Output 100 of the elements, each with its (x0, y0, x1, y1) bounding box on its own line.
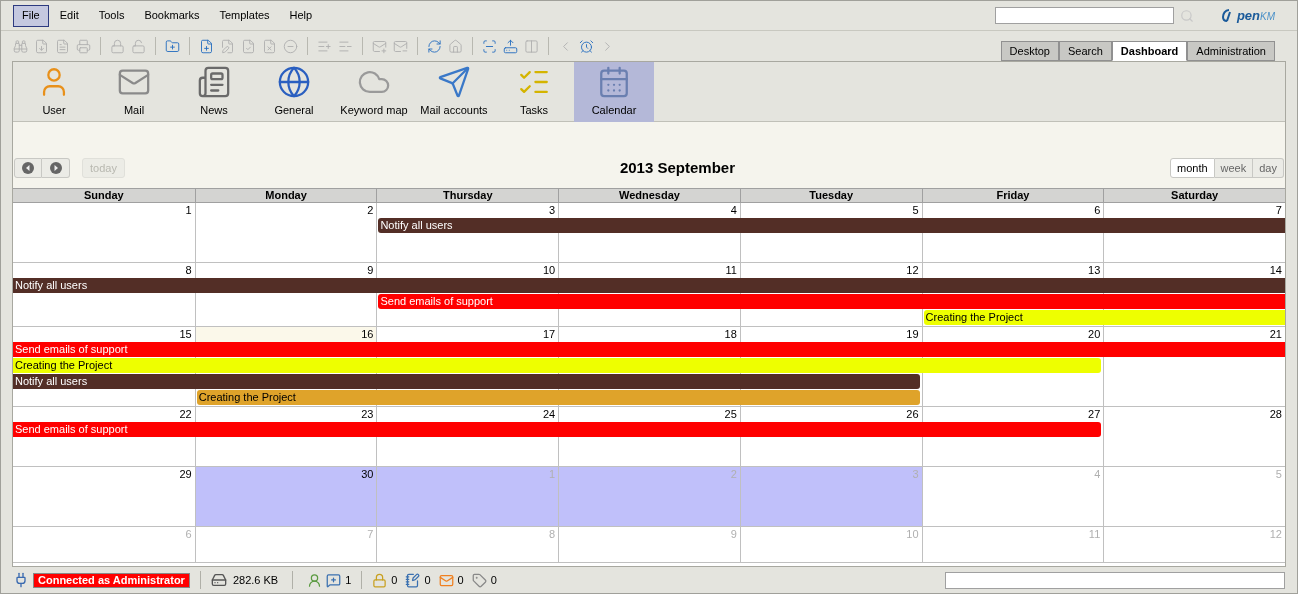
connection-status: Connected as Administrator (33, 572, 190, 588)
binoculars-icon[interactable] (13, 38, 28, 54)
remove-mail-icon[interactable] (393, 38, 408, 54)
message-count: 1 (345, 572, 352, 588)
menu-item[interactable]: Templates (210, 4, 279, 27)
module-tab[interactable]: Calendar (574, 62, 654, 122)
day-number: 4 (729, 203, 738, 218)
day-number: 1 (184, 203, 193, 218)
document-icon[interactable] (55, 38, 70, 54)
repository-size: 282.6 KB (232, 572, 279, 588)
day-number: 15 (178, 327, 193, 342)
next-button[interactable] (42, 158, 70, 178)
day-number: 27 (1087, 407, 1102, 422)
weekday-header: Tuesday (739, 189, 922, 202)
message-icon (326, 572, 342, 588)
module-tab[interactable]: General (254, 62, 334, 122)
day-number: 6 (184, 527, 193, 542)
weekday-header: Wednesday (558, 189, 740, 202)
add-property-icon[interactable] (317, 38, 332, 54)
refresh-icon[interactable] (427, 38, 442, 54)
split-icon[interactable] (524, 38, 539, 54)
day-number: 24 (541, 407, 557, 422)
day-number: 7 (366, 527, 375, 542)
day-number: 4 (1093, 467, 1102, 482)
upload-icon[interactable] (503, 38, 518, 54)
globe-icon (277, 64, 311, 99)
calendar-event[interactable]: Send emails of support (378, 294, 1285, 309)
day-number: 9 (729, 527, 738, 542)
day-number: 20 (1087, 327, 1102, 342)
calendar-event[interactable]: Creating the Project (196, 390, 920, 405)
module-tab[interactable]: Keyword map (334, 62, 414, 122)
calendar-title: 2013 September (618, 157, 736, 178)
edit-icon (405, 572, 421, 588)
document-cancel-icon[interactable] (262, 38, 277, 54)
calendar-event[interactable]: Creating the Project (13, 358, 1102, 373)
day-number: 22 (178, 407, 193, 422)
lock-icon[interactable] (110, 38, 125, 54)
next-icon (49, 162, 62, 174)
lock-icon (372, 572, 388, 588)
hard-drive-icon (210, 572, 227, 588)
view-button[interactable]: month (1170, 158, 1215, 178)
calendar-event[interactable]: Creating the Project (923, 310, 1285, 325)
mail-icon (438, 572, 454, 588)
add-mail-icon[interactable] (372, 38, 387, 54)
menu-item[interactable]: Tools (89, 4, 134, 27)
previous-icon (22, 162, 34, 174)
module-tab[interactable]: Tasks (494, 62, 574, 122)
day-number: 17 (541, 327, 557, 342)
scanner-icon[interactable] (482, 38, 497, 54)
calendar-event[interactable]: Send emails of support (13, 342, 1285, 357)
calendar-icon (597, 64, 631, 99)
module-tab[interactable]: User (14, 62, 94, 122)
tab[interactable]: Dashboard (1111, 41, 1188, 61)
module-tab[interactable]: Mail (94, 62, 174, 122)
search-icon[interactable] (1179, 8, 1194, 23)
day-number: 9 (366, 263, 375, 278)
calendar-event[interactable]: Notify all users (378, 218, 1285, 233)
remove-icon[interactable] (283, 38, 298, 54)
menu-item[interactable]: File (13, 4, 49, 27)
logo-mark-icon (1221, 9, 1231, 22)
alarm-clock-icon[interactable] (579, 38, 594, 54)
day-number: 21 (1268, 327, 1283, 342)
menu-item[interactable]: Help (280, 4, 322, 27)
checked-out-count: 0 (424, 572, 431, 588)
day-number: 18 (723, 327, 738, 342)
day-number: 23 (360, 407, 375, 422)
previous-button[interactable] (14, 158, 42, 178)
tab[interactable]: Desktop (1000, 41, 1059, 61)
day-number: 11 (1087, 527, 1102, 542)
document-download-icon[interactable] (34, 38, 49, 54)
day-number: 5 (911, 203, 920, 218)
menu-item[interactable]: Bookmarks (135, 4, 209, 27)
edit-document-icon[interactable] (220, 38, 235, 54)
module-tab[interactable]: Mail accounts (414, 62, 494, 122)
tab[interactable]: Search (1058, 41, 1112, 61)
weekday-header: Friday (921, 189, 1104, 202)
document-check-icon[interactable] (241, 38, 256, 54)
mail-count: 0 (457, 572, 464, 588)
user-icon (307, 572, 323, 588)
calendar-event[interactable]: Send emails of support (13, 422, 1102, 437)
tab[interactable]: Administration (1187, 41, 1275, 61)
view-button[interactable]: day (1253, 158, 1284, 178)
remove-property-icon[interactable] (338, 38, 353, 54)
day-number: 3 (548, 203, 557, 218)
add-document-icon[interactable] (199, 38, 214, 54)
tag-icon (471, 572, 487, 588)
day-number: 11 (724, 263, 738, 278)
view-button[interactable]: week (1214, 158, 1254, 178)
search-field[interactable] (994, 7, 1174, 24)
calendar-event[interactable]: Notify all users (13, 278, 1285, 293)
menu-item[interactable]: Edit (50, 4, 88, 27)
day-number: 7 (1274, 203, 1283, 218)
calendar-event[interactable]: Notify all users (13, 374, 920, 389)
unlock-icon[interactable] (131, 38, 146, 54)
module-tab[interactable]: News (174, 62, 254, 122)
add-folder-icon[interactable] (165, 38, 180, 54)
print-icon[interactable] (76, 38, 91, 54)
day-number: 8 (184, 263, 193, 278)
home-icon[interactable] (448, 38, 463, 54)
mail-accounts-icon (437, 64, 471, 99)
